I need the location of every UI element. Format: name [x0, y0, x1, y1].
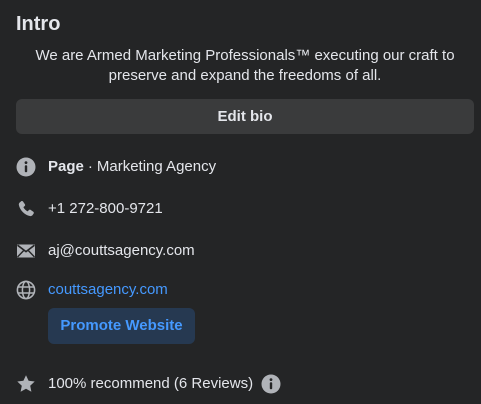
phone-icon [16, 199, 36, 219]
website-row: couttsagency.com [16, 280, 168, 300]
category-text: Marketing Agency [96, 158, 217, 175]
intro-card: Intro We are Armed Marketing Professiona… [0, 0, 481, 404]
intro-title: Intro [16, 13, 61, 35]
email-row: aj@couttsagency.com [16, 241, 195, 261]
globe-icon [16, 280, 36, 300]
promote-website-button[interactable]: Promote Website [48, 308, 195, 344]
email-text: aj@couttsagency.com [48, 242, 195, 259]
recommend-text: 100% recommend (6 Reviews) [48, 375, 254, 392]
page-label: Page [48, 158, 84, 175]
edit-bio-button[interactable]: Edit bio [16, 99, 474, 134]
separator: · [87, 158, 93, 175]
page-category-row: Page · Marketing Agency [16, 157, 216, 177]
phone-row: +1 272-800-9721 [16, 199, 163, 219]
mail-icon [16, 241, 36, 261]
recommend-row: 100% recommend (6 Reviews) [16, 374, 281, 394]
star-icon [16, 374, 36, 394]
reviews-info-icon[interactable] [261, 374, 281, 394]
website-link[interactable]: couttsagency.com [48, 280, 168, 300]
phone-text: +1 272-800-9721 [48, 200, 163, 217]
bio-text: We are Armed Marketing Professionals™ ex… [35, 47, 455, 84]
info-icon [16, 157, 36, 177]
